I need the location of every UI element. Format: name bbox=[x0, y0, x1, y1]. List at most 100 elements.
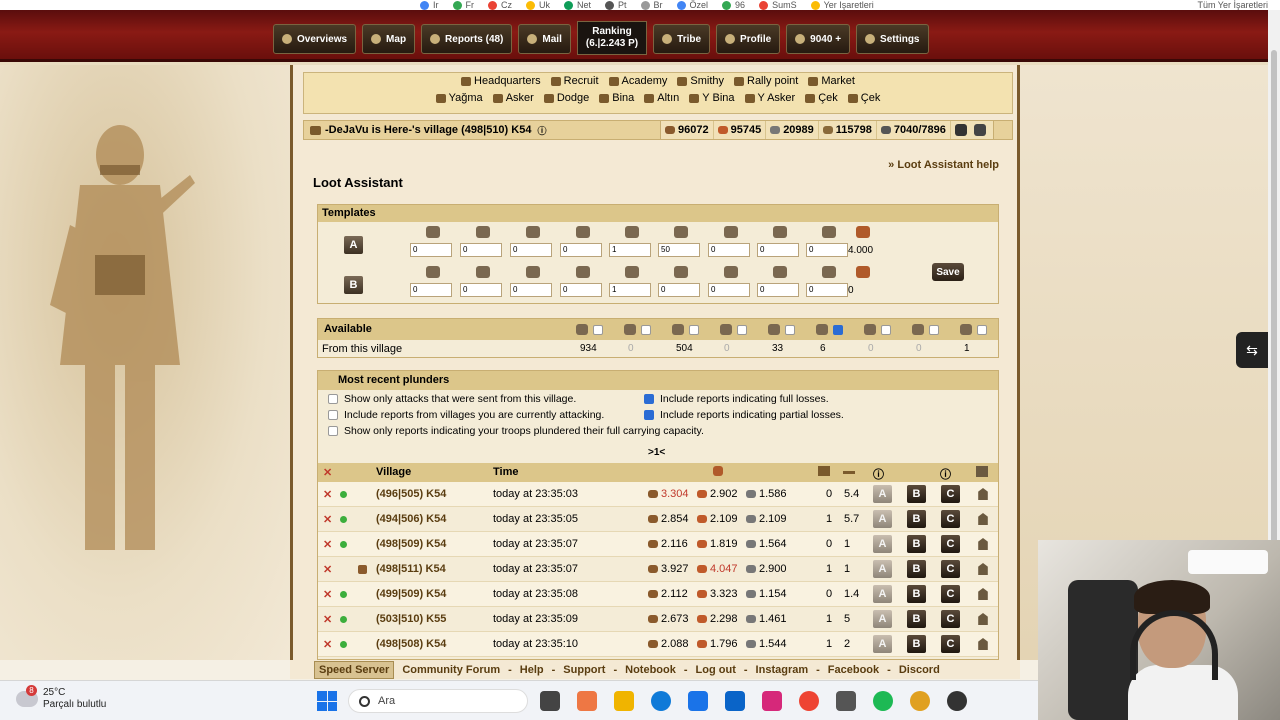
copilot-icon[interactable] bbox=[577, 691, 597, 711]
footer-link[interactable]: Facebook bbox=[828, 664, 879, 676]
nav-row2-item[interactable]: Çek bbox=[847, 90, 880, 107]
edge-icon[interactable] bbox=[651, 691, 671, 711]
windows-start-icon[interactable] bbox=[317, 691, 337, 711]
nav-row2-item[interactable]: Y Bina bbox=[689, 90, 735, 107]
template-a-unit-input[interactable]: 50 bbox=[658, 243, 700, 257]
save-button[interactable]: Save bbox=[932, 263, 964, 281]
farm-c-button[interactable]: C bbox=[941, 510, 960, 528]
template-b-unit-input[interactable]: 0 bbox=[560, 283, 602, 297]
nav-row1-item[interactable]: Academy bbox=[608, 73, 667, 90]
nav-row2-item[interactable]: Y Asker bbox=[744, 90, 795, 107]
village-link[interactable]: (498|511) K54 bbox=[376, 563, 446, 575]
ranking-button[interactable]: Ranking (6.|2.243 P) bbox=[576, 21, 648, 55]
village-link[interactable]: (498|508) K54 bbox=[376, 638, 446, 650]
column-village[interactable]: Village bbox=[376, 466, 411, 478]
footer-link[interactable]: Support bbox=[563, 664, 605, 676]
farm-b-button[interactable]: B bbox=[907, 635, 926, 653]
nav-row2-item[interactable]: Asker bbox=[492, 90, 534, 107]
village-link[interactable]: (499|509) K54 bbox=[376, 588, 446, 600]
template-b-unit-input[interactable]: 0 bbox=[708, 283, 750, 297]
map-button[interactable]: Map bbox=[362, 24, 416, 54]
unit-checkbox[interactable] bbox=[641, 325, 651, 335]
bookmark-item[interactable]: Ir bbox=[420, 0, 439, 10]
farm-c-button[interactable]: C bbox=[941, 535, 960, 553]
unit-checkbox[interactable] bbox=[929, 325, 939, 335]
delete-report-icon[interactable]: ✕ bbox=[323, 488, 332, 501]
bookmark-item[interactable]: Özel bbox=[676, 0, 708, 10]
instagram-icon[interactable] bbox=[762, 691, 782, 711]
farm-a-button[interactable]: A bbox=[873, 485, 892, 503]
farm-b-button[interactable]: B bbox=[907, 560, 926, 578]
farm-b-button[interactable]: B bbox=[907, 610, 926, 628]
farm-b-button[interactable]: B bbox=[907, 485, 926, 503]
nav-row2-item[interactable]: Çek bbox=[805, 90, 838, 107]
template-a-unit-input[interactable]: 0 bbox=[510, 243, 552, 257]
account-icon[interactable] bbox=[973, 124, 986, 136]
yandex-icon[interactable] bbox=[799, 691, 819, 711]
farm-a-button[interactable]: A bbox=[873, 635, 892, 653]
unit-checkbox[interactable] bbox=[833, 325, 843, 335]
nav-row2-item[interactable]: Altın bbox=[644, 90, 679, 107]
farm-a-button[interactable]: A bbox=[873, 535, 892, 553]
footer-link[interactable]: Notebook bbox=[625, 664, 676, 676]
unit-checkbox[interactable] bbox=[737, 325, 747, 335]
farm-a-button[interactable]: A bbox=[873, 510, 892, 528]
file-explorer-icon[interactable] bbox=[614, 691, 634, 711]
all-bookmarks[interactable]: Tüm Yer İşaretleri bbox=[1197, 0, 1268, 10]
template-a-unit-input[interactable]: 0 bbox=[806, 243, 848, 257]
premium-feature-icon[interactable] bbox=[954, 124, 967, 136]
farm-c-button[interactable]: C bbox=[941, 610, 960, 628]
village-link[interactable]: (496|505) K54 bbox=[376, 488, 446, 500]
unit-checkbox[interactable] bbox=[785, 325, 795, 335]
farm-c-button[interactable]: C bbox=[941, 635, 960, 653]
farm-a-button[interactable]: A bbox=[873, 610, 892, 628]
footer-link[interactable]: Log out bbox=[696, 664, 736, 676]
bookmark-item[interactable]: SumS bbox=[759, 0, 797, 10]
nav-row1-item[interactable]: Rally point bbox=[734, 73, 798, 90]
reports-button[interactable]: Reports (48) bbox=[421, 24, 513, 54]
bookmark-item[interactable]: Net bbox=[564, 0, 591, 10]
template-a-unit-input[interactable]: 0 bbox=[708, 243, 750, 257]
filter-option[interactable]: Show only reports indicating your troops… bbox=[328, 425, 704, 437]
farm-a-button[interactable]: A bbox=[873, 560, 892, 578]
footer-link[interactable]: Discord bbox=[899, 664, 940, 676]
footer-link[interactable]: Speed Server bbox=[314, 660, 395, 679]
delete-report-icon[interactable]: ✕ bbox=[323, 563, 332, 576]
footer-link[interactable]: Help bbox=[520, 664, 544, 676]
pagination[interactable]: >1< bbox=[648, 447, 665, 458]
farm-c-button[interactable]: C bbox=[941, 485, 960, 503]
template-b-unit-input[interactable]: 0 bbox=[510, 283, 552, 297]
nav-row1-item[interactable]: Market bbox=[808, 73, 855, 90]
farm-a-button[interactable]: A bbox=[873, 585, 892, 603]
premium-button[interactable]: 9040 + bbox=[786, 24, 851, 54]
template-b-unit-input[interactable]: 0 bbox=[757, 283, 799, 297]
sidebar-toggle-button[interactable]: ⇆ bbox=[1236, 332, 1268, 368]
filter-option[interactable]: Include reports indicating full losses. bbox=[644, 393, 829, 405]
delete-report-icon[interactable]: ✕ bbox=[323, 513, 332, 526]
template-a-unit-input[interactable]: 1 bbox=[609, 243, 651, 257]
rally-point-icon[interactable] bbox=[978, 563, 988, 575]
rally-point-icon[interactable] bbox=[978, 513, 988, 525]
village-link[interactable]: (498|509) K54 bbox=[376, 538, 446, 550]
nav-row2-item[interactable]: Bina bbox=[599, 90, 634, 107]
scrollbar-thumb[interactable] bbox=[1271, 50, 1277, 570]
template-a-unit-input[interactable]: 0 bbox=[757, 243, 799, 257]
filter-option[interactable]: Show only attacks that were sent from th… bbox=[328, 393, 576, 405]
nav-row1-item[interactable]: Recruit bbox=[550, 73, 599, 90]
farm-b-button[interactable]: B bbox=[907, 535, 926, 553]
settings-button[interactable]: Settings bbox=[856, 24, 929, 54]
delete-report-icon[interactable]: ✕ bbox=[323, 588, 332, 601]
bookmark-item[interactable]: Br bbox=[640, 0, 663, 10]
template-a-unit-input[interactable]: 0 bbox=[410, 243, 452, 257]
rally-point-icon[interactable] bbox=[978, 613, 988, 625]
overviews-button[interactable]: Overviews bbox=[273, 24, 357, 54]
template-a-unit-input[interactable]: 0 bbox=[460, 243, 502, 257]
delete-report-icon[interactable]: ✕ bbox=[323, 538, 332, 551]
farm-c-button[interactable]: C bbox=[941, 585, 960, 603]
template-b-unit-input[interactable]: 0 bbox=[806, 283, 848, 297]
bookmark-item[interactable]: Cz bbox=[488, 0, 512, 10]
column-time[interactable]: Time bbox=[493, 466, 518, 478]
village-link[interactable]: (494|506) K54 bbox=[376, 513, 446, 525]
bookmark-item[interactable]: Uk bbox=[526, 0, 550, 10]
task-view-icon[interactable] bbox=[540, 691, 560, 711]
